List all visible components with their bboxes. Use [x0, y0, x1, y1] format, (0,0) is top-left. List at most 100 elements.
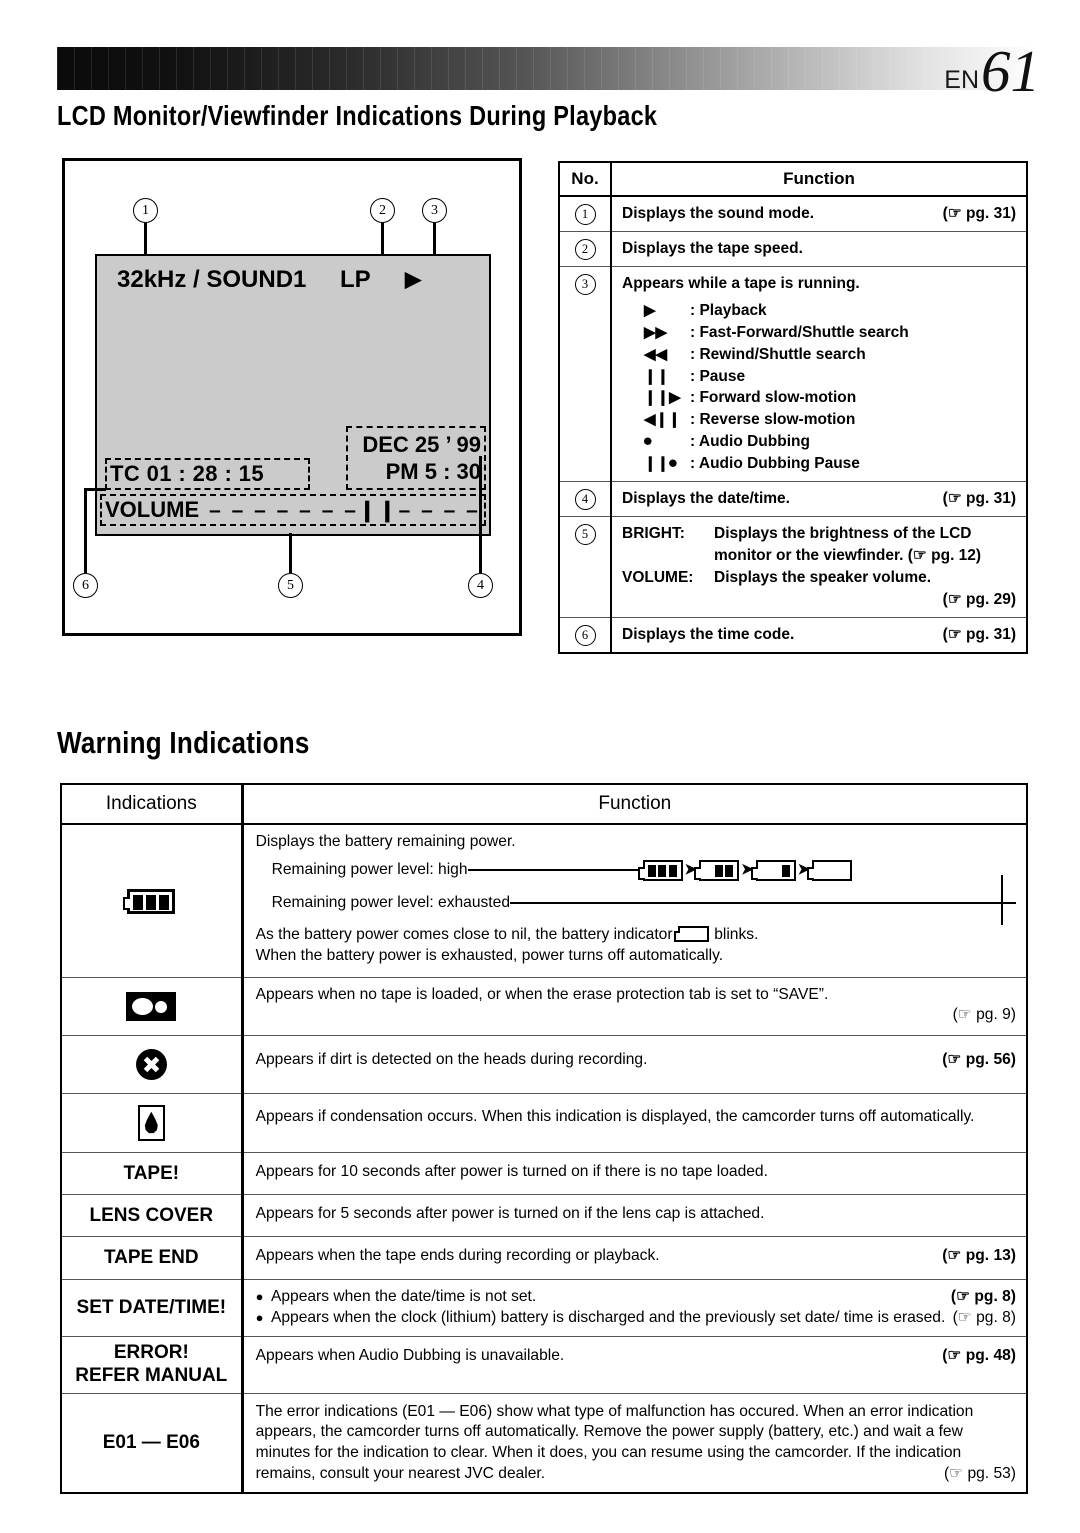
page-ref: (☞ pg. 56): [942, 1050, 1016, 1068]
callout-6: 6: [73, 573, 98, 598]
cassette-tape-icon: [126, 991, 177, 1021]
lcd-sound-mode: 32kHz / SOUND1: [117, 266, 307, 293]
bright-text: Displays the brightness of the LCD: [714, 524, 972, 542]
row-number: 1: [574, 204, 596, 225]
row-text: Appears when no tape is loaded, or when …: [255, 985, 829, 1003]
lcd-volume-label: VOLUME: [105, 497, 200, 522]
symbol-label: : Audio Dubbing Pause: [690, 454, 860, 472]
symbol-row: ❙❙▶ : Forward slow-motion: [622, 387, 1016, 409]
symbol-label: : Pause: [690, 367, 746, 385]
page-header: EN 61: [0, 0, 1080, 110]
audio-dubbing-icon: ⏺: [644, 433, 652, 451]
battery-icon-0: [807, 859, 853, 881]
battery-connector-line: [1001, 875, 1003, 925]
bullet-item: (☞ pg. 8) ● Appears when the date/time i…: [256, 1287, 1016, 1308]
lcd-time-code: TC 01 : 28 : 15: [105, 458, 310, 490]
page-ref: (☞ pg. 53): [943, 1465, 1016, 1483]
bright-label: BRIGHT:: [622, 524, 685, 542]
bright-line-cont: monitor or the viewfinder. (☞ pg. 12): [622, 545, 1016, 567]
table-row: Displays the battery remaining power. Re…: [60, 823, 1028, 978]
table-row: E01 — E06 The error indications (E01 — E…: [60, 1392, 1028, 1494]
callout-1: 1: [133, 198, 158, 223]
symbol-label: : Fast-Forward/Shuttle search: [690, 323, 909, 341]
battery-high-line: Remaining power level: high ➤ ➤ ➤: [272, 859, 1016, 881]
page-number-block: EN 61: [944, 42, 1040, 101]
section-title-playback: LCD Monitor/Viewfinder Indications Durin…: [57, 100, 658, 131]
symbol-row: ⏺: Audio Dubbing: [622, 431, 1016, 453]
forward-slow-icon: ❙❙▶: [644, 389, 681, 407]
indication-label-line1: ERROR!: [113, 1341, 189, 1363]
volume-line: VOLUME: Displays the speaker volume.: [622, 567, 1016, 589]
gradient-bar: [57, 47, 1031, 90]
page-ref: (☞ pg. 31): [942, 625, 1016, 643]
row-number: 4: [574, 488, 596, 510]
column-header-function: Function: [610, 161, 1028, 197]
indication-label-line2: REFER MANUAL: [75, 1364, 228, 1386]
row-text: Appears for 5 seconds after power is tur…: [241, 1194, 1028, 1238]
symbol-row: ◀◀: Rewind/Shuttle search: [622, 344, 1016, 366]
leader-line-6: [84, 488, 87, 573]
dirty-heads-icon: [135, 1048, 167, 1080]
table-row: LENS COVER Appears for 5 seconds after p…: [60, 1194, 1028, 1238]
page-ref: (☞ pg. 13): [942, 1247, 1016, 1265]
lcd-tape-speed: LP: [340, 266, 371, 293]
bright-text-cont: monitor or the viewfinder. (☞ pg. 12): [714, 546, 982, 564]
symbol-label: : Forward slow-motion: [690, 389, 857, 407]
bright-line: BRIGHT: Displays the brightness of the L…: [622, 523, 1016, 545]
row-text: The error indications (E01 — E06) show w…: [255, 1402, 974, 1483]
column-header-no: No.: [558, 161, 612, 197]
section-title-warning: Warning Indications: [57, 725, 310, 760]
lcd-time: PM 5 : 30: [385, 459, 481, 484]
table-row: ERROR! REFER MANUAL (☞ pg. 48) Appears w…: [60, 1335, 1028, 1394]
table-row: Appears if condensation occurs. When thi…: [60, 1092, 1028, 1153]
page-number: 61: [981, 38, 1040, 104]
lcd-date-time: DEC 25 ’ 99 PM 5 : 30: [346, 426, 486, 490]
callout-5: 5: [278, 573, 303, 598]
battery-icon-empty: [673, 925, 709, 943]
callout-3: 3: [422, 198, 447, 223]
row-text: Displays the sound mode.: [622, 205, 815, 222]
symbol-row: ▶: Playback: [622, 300, 1016, 322]
page-ref: (☞ pg. 8): [950, 1287, 1016, 1305]
symbol-row: ❙❙⏺ : Audio Dubbing Pause: [622, 453, 1016, 475]
language-code: EN: [944, 66, 979, 94]
page-ref: (☞ pg. 8): [952, 1308, 1016, 1326]
lcd-illustration-panel: 1 2 3 32kHz / SOUND1 LP ▶ TC 01 : 28 : 1…: [62, 158, 522, 636]
bullet-text: Appears when the clock (lithium) battery…: [270, 1308, 946, 1326]
bullet-icon: ●: [255, 1289, 264, 1305]
playback-icon: ▶: [644, 302, 656, 319]
leader-line-3: [433, 223, 436, 256]
pause-icon: ❙❙: [644, 367, 670, 385]
table-row: 1 (☞ pg. 31) Displays the sound mode.: [558, 195, 1028, 232]
lcd-screen: 32kHz / SOUND1 LP ▶ TC 01 : 28 : 15 DEC …: [95, 254, 491, 536]
volume-text: Displays the speaker volume.: [714, 568, 932, 586]
volume-page-ref: (☞ pg. 29): [942, 590, 1016, 608]
leader-line-4: [479, 456, 482, 573]
indication-label: SET DATE/TIME!: [60, 1278, 244, 1337]
row-number: 2: [574, 239, 596, 260]
audio-dubbing-pause-icon: ❙❙⏺: [644, 454, 677, 472]
table-row: 5 BRIGHT: Displays the brightness of the…: [558, 515, 1028, 618]
table-row: SET DATE/TIME! (☞ pg. 8) ● Appears when …: [60, 1278, 1028, 1337]
row-number: 6: [574, 624, 596, 646]
row-text: Appears while a tape is running.: [622, 275, 860, 292]
row-text: Displays the tape speed.: [622, 240, 803, 257]
leader-line-1: [144, 223, 147, 256]
column-header-function: Function: [241, 783, 1028, 825]
battery-exhausted-line: Remaining power level: exhausted: [272, 893, 1016, 914]
play-icon: ▶: [405, 268, 422, 291]
symbol-row: ❙❙ : Pause: [622, 366, 1016, 388]
battery-exhausted-label: Remaining power level: exhausted: [271, 893, 510, 911]
table-row: TAPE! Appears for 10 seconds after power…: [60, 1151, 1028, 1196]
rewind-icon: ◀◀: [644, 345, 668, 363]
symbol-row: ◀❙❙: Reverse slow-motion: [622, 409, 1016, 431]
leader-line-6-h: [84, 488, 106, 491]
row-text: Appears if condensation occurs. When thi…: [255, 1107, 975, 1125]
table-row: 3 Appears while a tape is running. ▶: Pl…: [558, 266, 1028, 482]
battery-icon: [123, 888, 176, 914]
table-row: 6 (☞ pg. 31) Displays the time code.: [558, 616, 1028, 654]
battery-icon-3: [637, 859, 683, 881]
condensation-icon: [137, 1104, 165, 1141]
row-text: Displays the time code.: [622, 625, 795, 643]
lcd-volume-bar: – – – – – – –❙❙– – – – – – +: [209, 498, 484, 522]
